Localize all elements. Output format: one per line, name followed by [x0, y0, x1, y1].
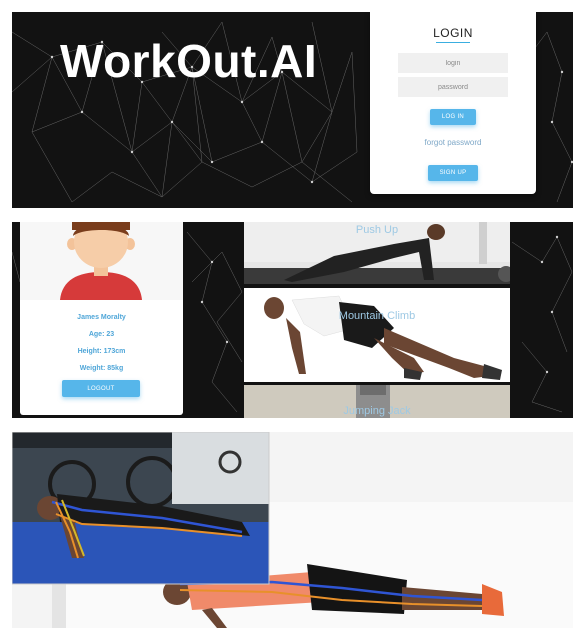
login-card: LOGIN LOG IN forgot password SIGN UP: [370, 12, 536, 194]
profile-name: James Moralty: [77, 314, 126, 321]
exercise-title: Push Up: [355, 224, 399, 236]
profile-card: James Moralty Age: 23 Height: 173cm Weig…: [20, 222, 183, 415]
login-button[interactable]: LOG IN: [430, 109, 476, 125]
app-brand: WorkOut.AI: [60, 35, 318, 87]
exercise-title: Mountain Climb: [338, 310, 416, 322]
profile-weight: Weight: 85kg: [79, 365, 124, 372]
logout-button[interactable]: LOGOUT: [62, 380, 140, 397]
login-input[interactable]: [398, 53, 508, 73]
pose-skeleton: [12, 432, 573, 628]
forgot-password-link[interactable]: forgot password: [370, 138, 536, 147]
hero-panel: WorkOut.AI LOGIN LOG IN forgot password …: [12, 12, 573, 208]
exercise-card-mountain-climb[interactable]: Mountain Climb: [244, 288, 510, 382]
exercise-title: Jumping Jack: [343, 405, 411, 417]
signup-button[interactable]: SIGN UP: [428, 165, 478, 181]
login-title: LOGIN: [433, 26, 473, 40]
exercise-card-jumping-jack[interactable]: Jumping Jack: [244, 385, 510, 418]
mountain-climb-photo: [264, 295, 502, 380]
avatar-area: [20, 222, 183, 300]
login-title-underline: [436, 42, 470, 43]
exercise-card-push-up[interactable]: Push Up: [244, 222, 510, 284]
pose-estimation-panel: [12, 432, 573, 628]
profile-age: Age: 23: [88, 331, 115, 338]
dashboard-panel: James Moralty Age: 23 Height: 173cm Weig…: [12, 222, 573, 418]
profile-height: Height: 173cm: [77, 348, 126, 355]
password-input[interactable]: [398, 77, 508, 97]
avatar-illustration: [60, 222, 142, 300]
